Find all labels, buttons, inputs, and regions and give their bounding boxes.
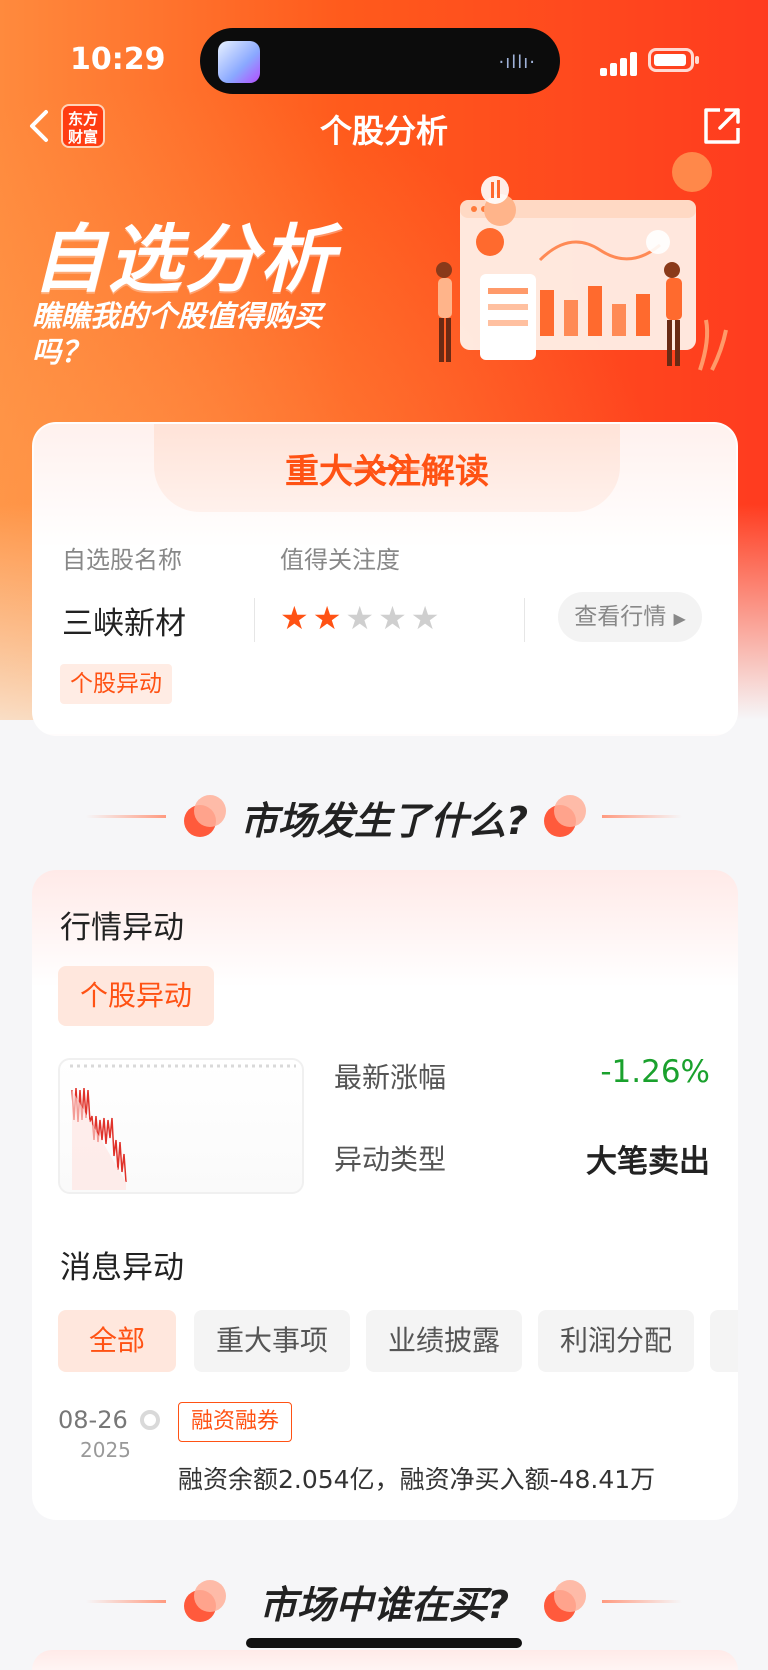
timeline-dot-icon (140, 1410, 160, 1430)
battery-icon (648, 48, 699, 72)
view-quote-label: 查看行情 (574, 604, 667, 630)
share-icon (704, 108, 740, 144)
ball-decor-icon (544, 795, 588, 839)
audio-wave-icon: ·ıllı· (498, 52, 536, 73)
quote-anomaly-heading: 行情异动 (60, 910, 184, 946)
mini-price-chart (58, 1058, 304, 1194)
news-tag[interactable]: 融资融券 (178, 1402, 293, 1442)
home-indicator[interactable] (246, 1638, 522, 1648)
section-line (602, 1600, 682, 1603)
news-date: 08-26 (58, 1406, 128, 1434)
section-line (602, 815, 682, 818)
stock-anomaly-pill[interactable]: 个股异动 (58, 966, 214, 1026)
news-text[interactable]: 融资余额2.054亿，融资净买入额-48.41万 (178, 1460, 655, 1496)
filter-major-events[interactable]: 重大事项 (194, 1310, 350, 1372)
focus-card-header: 重大关注解读 (154, 424, 620, 512)
hero-subtitle: 瞧瞧我的个股值得购买吗？ (32, 299, 323, 369)
attention-stars: ★ ★ ★ ★ ★ (280, 602, 443, 634)
stock-anomaly-tag[interactable]: 个股异动 (60, 664, 172, 704)
page-title: 个股分析 (319, 112, 448, 150)
filter-more[interactable] (710, 1310, 738, 1372)
star-filled-icon: ★ (280, 599, 309, 637)
stock-name[interactable]: 三峡新材 (62, 598, 186, 643)
signal-icon (600, 48, 640, 76)
app-icon (218, 41, 260, 83)
hero-title: 自选分析 (32, 217, 336, 303)
latest-change-label: 最新涨幅 (334, 1061, 447, 1094)
anomaly-type-value: 大笔卖出 (586, 1144, 710, 1180)
filter-earnings[interactable]: 业绩披露 (366, 1310, 522, 1372)
dynamic-island: ·ıllı· (200, 28, 560, 94)
caret-right-icon: ▶ (673, 609, 686, 628)
market-card: 行情异动 个股异动 最新涨幅 -1.26% 异动类型 大笔卖出 消息异动 全部 … (32, 870, 738, 1520)
news-anomaly-heading: 消息异动 (60, 1250, 184, 1286)
star-empty-icon: ★ (410, 599, 440, 637)
attention-label: 值得关注度 (280, 546, 400, 574)
status-time: 10:29 (70, 42, 166, 77)
star-filled-icon: ★ (312, 599, 342, 637)
analysis-illustration (436, 152, 728, 371)
anomaly-type-label: 异动类型 (334, 1143, 447, 1176)
news-year: 2025 (80, 1438, 131, 1462)
divider (254, 598, 255, 642)
buyers-card (32, 1650, 738, 1670)
filter-dividend[interactable]: 利润分配 (538, 1310, 694, 1372)
view-quote-button[interactable]: 查看行情 ▶ (558, 592, 702, 642)
focus-card: 重大关注解读 自选股名称 值得关注度 三峡新材 ★ ★ ★ ★ ★ 查看行情 ▶ 个股异… (32, 422, 738, 736)
filter-all[interactable]: 全部 (58, 1310, 176, 1372)
ball-decor-icon (544, 1580, 588, 1624)
stock-name-label: 自选股名称 (62, 546, 182, 574)
divider (524, 598, 525, 642)
star-empty-icon: ★ (378, 599, 407, 637)
star-empty-icon: ★ (345, 599, 375, 637)
share-button[interactable] (700, 104, 744, 148)
latest-change-value: -1.26% (600, 1054, 710, 1090)
